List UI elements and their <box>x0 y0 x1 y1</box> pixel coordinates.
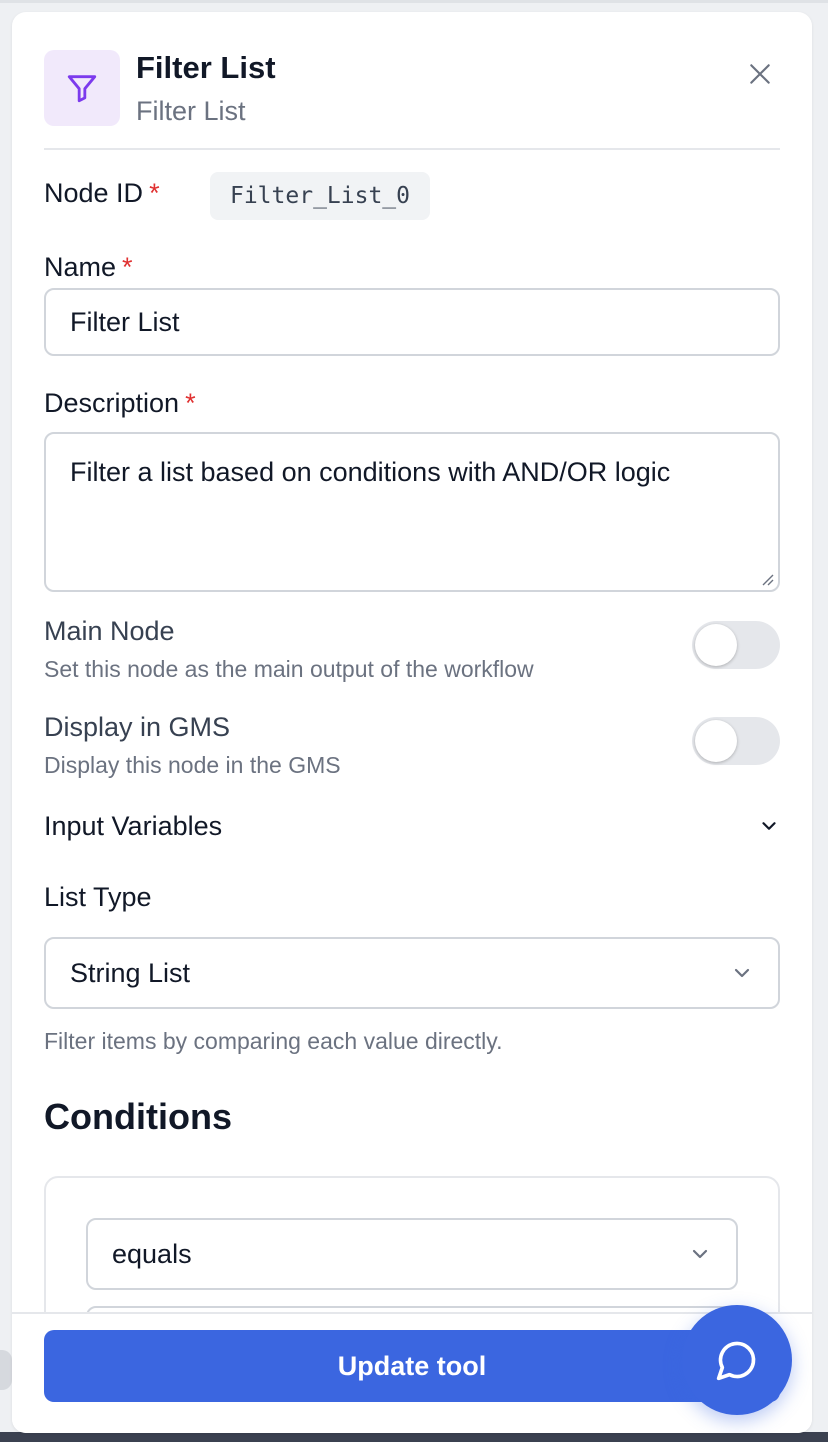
conditions-title: Conditions <box>44 1096 232 1137</box>
main-node-title: Main Node <box>44 616 175 646</box>
condition-operator-select[interactable]: equals <box>86 1218 738 1290</box>
chat-button[interactable] <box>682 1305 792 1415</box>
name-input-value: Filter List <box>70 306 180 337</box>
close-icon <box>750 64 770 84</box>
required-marker: * <box>185 388 196 418</box>
display-gms-description: Display this node in the GMS <box>44 752 341 778</box>
node-id-value: Filter_List_0 <box>210 172 430 220</box>
name-input[interactable]: Filter List <box>44 288 780 356</box>
display-gms-title: Display in GMS <box>44 712 231 742</box>
condition-operator-selected: equals <box>112 1238 192 1269</box>
node-id-label-text: Node ID <box>44 178 144 208</box>
main-node-description: Set this node as the main output of the … <box>44 656 534 682</box>
close-button[interactable] <box>742 56 778 92</box>
list-type-label: List Type <box>44 882 152 912</box>
toggle-knob <box>695 624 737 666</box>
list-type-select[interactable]: String List <box>44 937 780 1009</box>
background-edge <box>0 1350 12 1390</box>
panel-title: Filter List <box>136 50 276 85</box>
node-config-panel: Filter List Filter List Node ID * Filter_… <box>12 12 812 1433</box>
list-type-selected: String List <box>70 957 191 988</box>
node-id-label: Node ID * <box>44 178 160 209</box>
chevron-down-icon <box>762 822 776 830</box>
input-variables-toggle[interactable]: Input Variables <box>44 810 780 842</box>
input-variables-label: Input Variables <box>44 810 223 841</box>
chevron-down-icon <box>692 1249 708 1259</box>
description-label: Description * <box>44 388 196 419</box>
header-divider <box>44 148 780 150</box>
required-marker: * <box>149 178 160 208</box>
required-marker: * <box>122 252 133 282</box>
chevron-down-icon <box>734 968 750 978</box>
name-label-text: Name <box>44 252 117 282</box>
top-strip <box>0 0 828 3</box>
list-type-help: Filter items by comparing each value dir… <box>44 1028 503 1054</box>
background-bottom <box>0 1432 828 1442</box>
filter-icon-tile <box>44 50 120 126</box>
filter-icon <box>67 75 97 103</box>
name-label: Name * <box>44 252 133 283</box>
chat-bubble-icon <box>716 1341 756 1381</box>
main-node-toggle[interactable] <box>692 621 780 669</box>
description-textarea[interactable]: Filter a list based on conditions with A… <box>44 432 780 592</box>
update-tool-button[interactable]: Update tool <box>44 1330 780 1402</box>
description-label-text: Description <box>44 388 180 418</box>
resize-handle-icon[interactable] <box>760 572 774 586</box>
description-value: Filter a list based on conditions with A… <box>70 457 671 487</box>
panel-subtitle: Filter List <box>136 96 246 126</box>
toggle-knob <box>695 720 737 762</box>
display-gms-toggle[interactable] <box>692 717 780 765</box>
